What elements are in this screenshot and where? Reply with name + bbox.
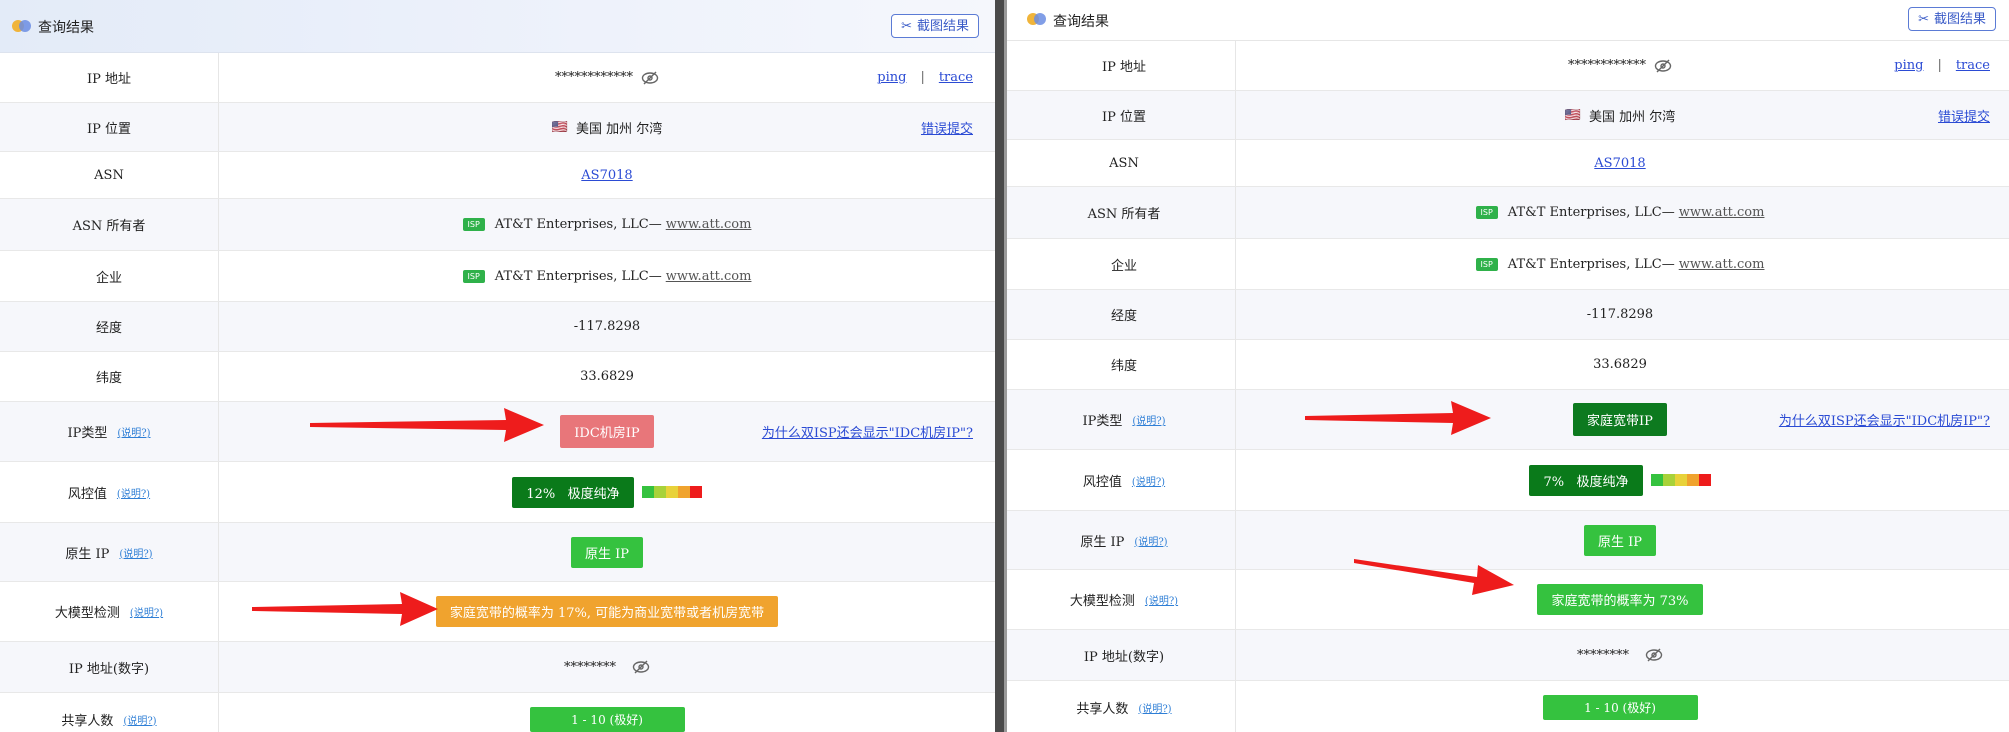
row-native-ip: 原生 IP (说明?) 原生 IP (0, 523, 995, 582)
help-link[interactable]: (说明?) (130, 604, 163, 619)
help-link[interactable]: (说明?) (119, 545, 152, 560)
screenshot-button[interactable]: ✂ 截图结果 (891, 14, 979, 38)
eye-off-icon[interactable] (632, 660, 650, 674)
row-risk: 风控值 (说明?) 12% 极度纯净 (0, 462, 995, 523)
flag-icon: 🇺🇸 (551, 119, 568, 135)
ip-type-badge: 家庭宽带IP (1573, 403, 1667, 436)
row-asn-owner: ASN 所有者 ISP AT&T Enterprises, LLC— www.a… (0, 199, 995, 251)
result-panel-left: 查询结果 ✂ 截图结果 IP 地址 ************ ping | tra… (0, 0, 995, 732)
asn-link[interactable]: AS7018 (1594, 156, 1645, 171)
native-ip-badge: 原生 IP (1583, 524, 1656, 556)
website-link[interactable]: www.att.com (666, 217, 752, 232)
llm-result-badge: 家庭宽带的概率为 17%, 可能为商业宽带或者机房宽带 (435, 596, 779, 627)
report-error-link[interactable]: 错误提交 (921, 118, 973, 137)
row-shared-users: 共享人数 (说明?) 1 - 10 (极好) (1007, 681, 2009, 732)
row-ip-numeric: IP 地址(数字) ******** (0, 642, 995, 693)
ip-type-badge: IDC机房IP (560, 415, 654, 448)
eye-off-icon[interactable] (641, 71, 659, 85)
help-link[interactable]: (说明?) (1132, 412, 1165, 427)
row-ip-location: IP 位置 🇺🇸 美国 加州 尔湾 错误提交 (0, 103, 995, 152)
scissors-icon: ✂ (901, 19, 912, 34)
panel-header: 查询结果 ✂ 截图结果 (0, 0, 995, 53)
asn-link[interactable]: AS7018 (581, 168, 632, 183)
row-longitude: 经度 -117.8298 (1007, 290, 2009, 340)
row-latitude: 纬度 33.6829 (0, 352, 995, 402)
help-link[interactable]: (说明?) (117, 485, 150, 500)
isp-badge: ISP (1475, 257, 1498, 271)
row-shared-users: 共享人数 (说明?) 1 - 10 (极好) (0, 693, 995, 732)
report-error-link[interactable]: 错误提交 (1938, 106, 1990, 125)
help-link[interactable]: (说明?) (1132, 473, 1165, 488)
trace-link[interactable]: trace (939, 70, 973, 85)
isp-badge: ISP (1475, 206, 1498, 219)
risk-score-badge: 12% 极度纯净 (512, 476, 634, 508)
help-link[interactable]: (说明?) (1145, 592, 1178, 607)
isp-badge: ISP (462, 269, 485, 283)
scissors-icon: ✂ (1918, 12, 1929, 27)
website-link[interactable]: www.att.com (666, 269, 752, 284)
help-link[interactable]: (说明?) (1134, 533, 1167, 548)
row-asn: ASN AS7018 (1007, 140, 2009, 187)
red-arrow (252, 592, 438, 626)
eye-off-icon[interactable] (1645, 648, 1663, 662)
isp-badge: ISP (462, 218, 485, 231)
row-ip-numeric: IP 地址(数字) ******** (1007, 630, 2009, 681)
risk-gradient-bar (1650, 474, 1711, 486)
row-label: IP 地址 (0, 53, 219, 102)
result-panel-right: 查询结果 ✂ 截图结果 IP 地址 ************ ping | tra… (1004, 0, 2009, 732)
ping-link[interactable]: ping (1894, 58, 1923, 73)
row-ip-type: IP类型 (说明?) 家庭宽带IP 为什么双ISP还会显示"IDC机房IP"? (1007, 390, 2009, 450)
row-asn: ASN AS7018 (0, 152, 995, 199)
row-longitude: 经度 -117.8298 (0, 302, 995, 352)
row-enterprise: 企业 ISP AT&T Enterprises, LLC— www.att.co… (1007, 239, 2009, 290)
llm-result-badge: 家庭宽带的概率为 73% (1537, 584, 1703, 615)
shared-users-badge: 1 - 10 (极好) (1542, 694, 1698, 720)
row-ip-address: IP 地址 ************ ping | trace (0, 53, 995, 103)
help-link[interactable]: (说明?) (117, 424, 150, 439)
panel-title: 查询结果 (1053, 14, 1109, 30)
risk-gradient-bar (641, 486, 702, 498)
location-value: 美国 加州 尔湾 (575, 121, 663, 137)
panel-title: 查询结果 (38, 20, 94, 36)
row-ip-address: IP 地址 ************ ping | trace (1007, 41, 2009, 91)
website-link[interactable]: www.att.com (1679, 205, 1765, 220)
shared-users-badge: 1 - 10 (极好) (529, 706, 685, 732)
ping-link[interactable]: ping (877, 70, 906, 85)
row-latitude: 纬度 33.6829 (1007, 340, 2009, 390)
idc-question-link[interactable]: 为什么双ISP还会显示"IDC机房IP"? (1779, 410, 1990, 429)
row-enterprise: 企业 ISP AT&T Enterprises, LLC— www.att.co… (0, 251, 995, 302)
idc-question-link[interactable]: 为什么双ISP还会显示"IDC机房IP"? (762, 422, 973, 441)
red-arrow (1305, 401, 1491, 435)
screenshot-button[interactable]: ✂ 截图结果 (1908, 7, 1996, 31)
help-link[interactable]: (说明?) (1138, 700, 1171, 715)
row-llm-detect: 大模型检测 (说明?) 家庭宽带的概率为 17%, 可能为商业宽带或者机房宽带 (0, 582, 995, 642)
panel-header: 查询结果 ✂ 截图结果 (1007, 0, 2009, 41)
help-link[interactable]: (说明?) (123, 712, 156, 727)
eye-off-icon[interactable] (1654, 59, 1672, 73)
logo-icon (1027, 13, 1047, 25)
red-arrow (1354, 559, 1514, 595)
native-ip-badge: 原生 IP (570, 536, 643, 568)
red-arrow (310, 408, 544, 442)
row-ip-location: IP 位置 🇺🇸 美国 加州 尔湾 错误提交 (1007, 91, 2009, 140)
risk-score-badge: 7% 极度纯净 (1529, 464, 1643, 496)
website-link[interactable]: www.att.com (1679, 257, 1765, 272)
ip-value: ************ (555, 70, 633, 85)
logo-icon (12, 20, 32, 32)
row-risk: 风控值 (说明?) 7% 极度纯净 (1007, 450, 2009, 511)
row-asn-owner: ASN 所有者 ISP AT&T Enterprises, LLC— www.a… (1007, 187, 2009, 239)
flag-icon: 🇺🇸 (1564, 107, 1581, 123)
trace-link[interactable]: trace (1956, 58, 1990, 73)
